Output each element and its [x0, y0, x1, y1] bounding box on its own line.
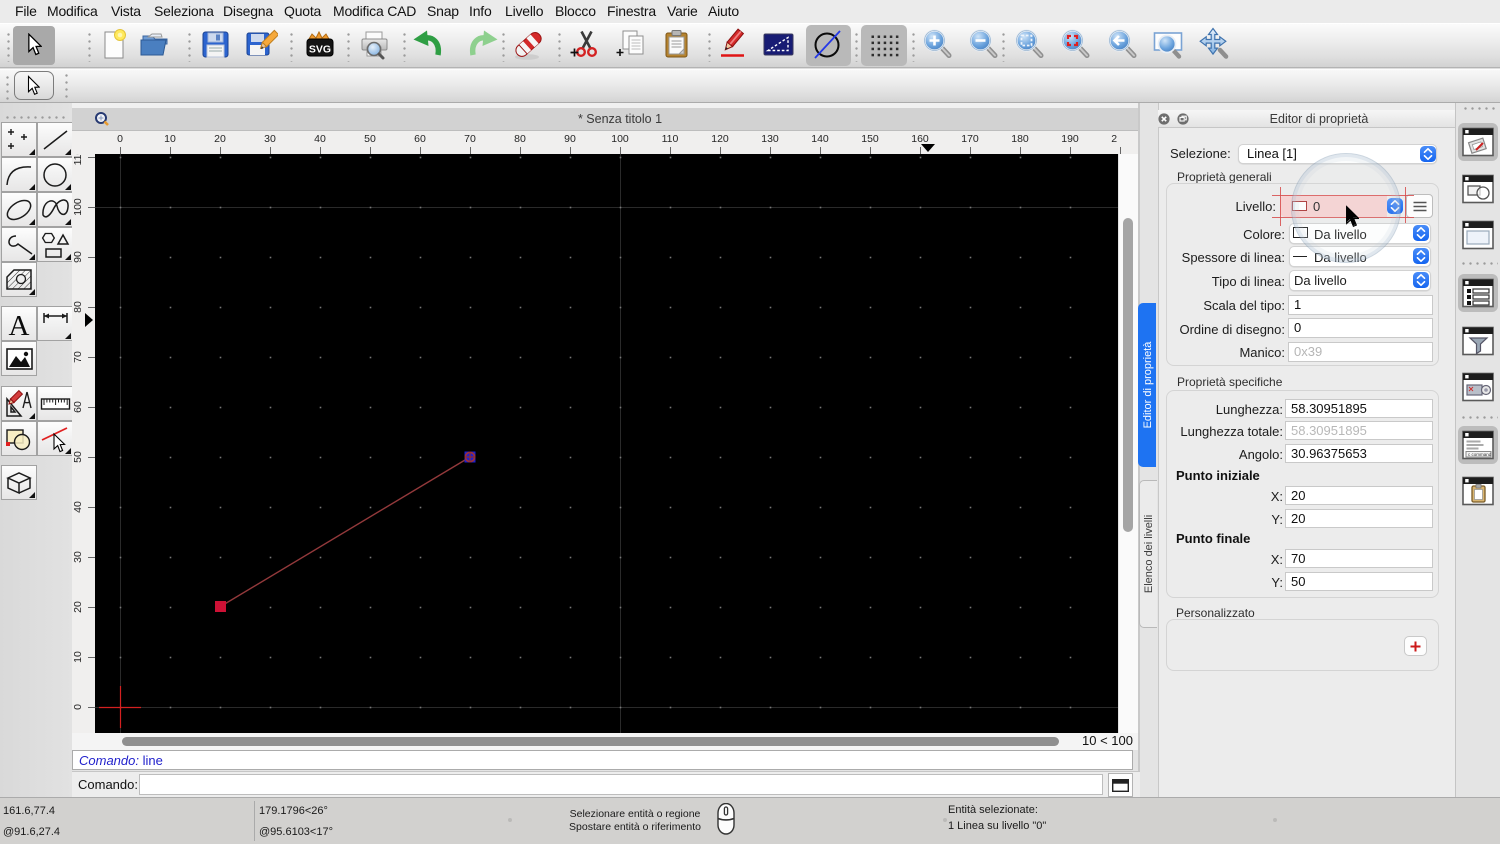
svg-text:c command: c command: [1468, 452, 1492, 457]
svg-text:SVG: SVG: [309, 44, 331, 56]
svg-text:A: A: [9, 310, 30, 340]
